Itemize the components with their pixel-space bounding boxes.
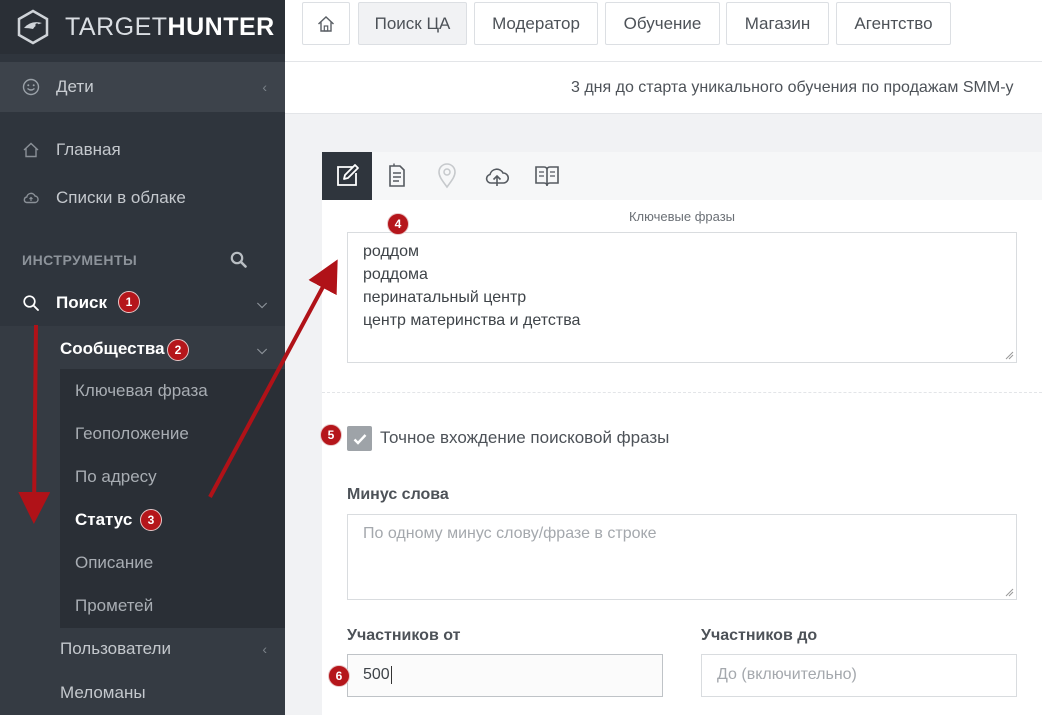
sidebar-item-users[interactable]: Пользователи ‹ bbox=[0, 626, 285, 672]
sidebar-subitem-keyword[interactable]: Ключевая фраза bbox=[75, 381, 208, 401]
sidebar-item-cloud-lists[interactable]: Списки в облаке bbox=[0, 174, 285, 222]
minus-words-placeholder: По одному минус слову/фразе в строке bbox=[363, 525, 657, 542]
tool-tabs bbox=[322, 152, 1042, 200]
members-to-input[interactable]: До (включительно) bbox=[701, 654, 1017, 697]
sidebar-subitem-description[interactable]: Описание bbox=[75, 553, 153, 573]
chevron-left-icon: ‹ bbox=[262, 79, 267, 95]
tab-documents[interactable] bbox=[372, 152, 422, 200]
sidebar-item-label: Сообщества bbox=[60, 339, 165, 358]
documents-icon bbox=[389, 163, 405, 187]
cloud-upload-icon bbox=[485, 168, 510, 186]
check-icon bbox=[353, 433, 366, 445]
keywords-label: Ключевые фразы bbox=[628, 209, 736, 224]
book-icon bbox=[535, 166, 559, 187]
sidebar-item-search[interactable]: Поиск ⌵ bbox=[0, 280, 285, 326]
announcement-bar[interactable]: 3 дня до старта уникального обучения по … bbox=[285, 62, 1042, 114]
keyword-line: перинатальный центр bbox=[363, 289, 527, 306]
search-form-panel: Ключевые фразы роддом роддома перинаталь… bbox=[322, 152, 1042, 715]
sidebar-item-label: Главная bbox=[56, 140, 121, 159]
smile-icon bbox=[22, 78, 40, 96]
nav-moderator[interactable]: Модератор bbox=[474, 2, 598, 45]
home-icon bbox=[23, 142, 39, 158]
nav-training[interactable]: Обучение bbox=[605, 2, 720, 45]
text-caret bbox=[390, 666, 392, 684]
home-button[interactable] bbox=[302, 2, 350, 45]
tab-cloud-upload[interactable] bbox=[472, 152, 522, 200]
minus-words-label: Минус слова bbox=[347, 486, 449, 503]
chevron-left-icon: ‹ bbox=[262, 641, 267, 657]
chevron-down-icon: ⌵ bbox=[257, 296, 267, 311]
sidebar-item-label: Пользователи bbox=[60, 639, 171, 658]
sidebar-subitem-prometheus[interactable]: Прометей bbox=[75, 596, 153, 616]
divider bbox=[322, 392, 1042, 393]
top-navigation: Поиск ЦА Модератор Обучение Магазин Аген… bbox=[285, 0, 1042, 62]
step-badge: 6 bbox=[328, 665, 350, 687]
resize-handle-icon[interactable] bbox=[1004, 587, 1014, 597]
search-icon bbox=[23, 295, 39, 311]
members-from-value: 500 bbox=[363, 666, 390, 684]
minus-words-textarea[interactable]: По одному минус слову/фразе в строке bbox=[347, 514, 1017, 600]
brand[interactable]: TARGETHUNTER bbox=[0, 0, 285, 54]
sidebar-item-music-lovers[interactable]: Меломаны bbox=[0, 670, 285, 715]
cloud-icon bbox=[23, 192, 39, 204]
exact-match-label[interactable]: Точное вхождение поисковой фразы bbox=[380, 428, 669, 448]
keywords-textarea[interactable]: роддом роддома перинатальный центр центр… bbox=[347, 232, 1017, 363]
sidebar-subitem-address[interactable]: По адресу bbox=[75, 467, 157, 487]
sidebar-item-label: Списки в облаке bbox=[56, 188, 186, 207]
home-icon bbox=[318, 15, 334, 32]
nav-search-audience[interactable]: Поиск ЦА bbox=[358, 2, 467, 45]
brand-name: TARGETHUNTER bbox=[65, 12, 275, 41]
sidebar-item-home[interactable]: Главная bbox=[0, 126, 285, 174]
sidebar: TARGETHUNTER Дети ‹ Главная Списки в обл… bbox=[0, 0, 285, 715]
sidebar-subitem-geo[interactable]: Геоположение bbox=[75, 424, 189, 444]
sidebar-subsubmenu bbox=[60, 369, 285, 628]
tab-location[interactable] bbox=[422, 152, 472, 200]
step-badge: 4 bbox=[387, 213, 409, 235]
keyword-line: центр материнства и детства bbox=[363, 312, 581, 329]
step-badge: 5 bbox=[320, 424, 342, 446]
sidebar-item-label: Поиск bbox=[56, 293, 108, 312]
brand-logo-icon bbox=[17, 9, 49, 45]
search-icon[interactable] bbox=[230, 251, 247, 268]
sidebar-section-tools: ИНСТРУМЕНТЫ bbox=[0, 240, 285, 280]
edit-icon bbox=[337, 164, 359, 186]
resize-handle-icon[interactable] bbox=[1004, 350, 1014, 360]
keyword-line: роддома bbox=[363, 266, 428, 283]
members-to-placeholder: До (включительно) bbox=[717, 666, 857, 683]
sidebar-item-communities[interactable]: Сообщества ⌵ bbox=[0, 326, 285, 372]
step-badge: 1 bbox=[118, 291, 140, 313]
members-from-input[interactable]: 500 bbox=[347, 654, 663, 697]
members-from-label: Участников от bbox=[347, 627, 461, 644]
map-pin-icon bbox=[438, 163, 456, 189]
exact-match-checkbox[interactable] bbox=[347, 426, 372, 451]
nav-shop[interactable]: Магазин bbox=[726, 2, 829, 45]
nav-agency[interactable]: Агентство bbox=[836, 2, 951, 45]
sidebar-item-kids[interactable]: Дети ‹ bbox=[0, 62, 285, 112]
sidebar-subitem-status[interactable]: Статус bbox=[75, 510, 132, 530]
step-badge: 2 bbox=[167, 339, 189, 361]
step-badge: 3 bbox=[140, 509, 162, 531]
tab-book[interactable] bbox=[522, 152, 572, 200]
chevron-down-icon: ⌵ bbox=[257, 342, 267, 357]
members-to-label: Участников до bbox=[701, 627, 818, 644]
section-title: ИНСТРУМЕНТЫ bbox=[22, 252, 138, 268]
tab-edit[interactable] bbox=[322, 152, 372, 200]
sidebar-item-label: Дети bbox=[56, 77, 94, 96]
keyword-line: роддом bbox=[363, 243, 420, 260]
sidebar-item-label: Меломаны bbox=[60, 683, 146, 702]
